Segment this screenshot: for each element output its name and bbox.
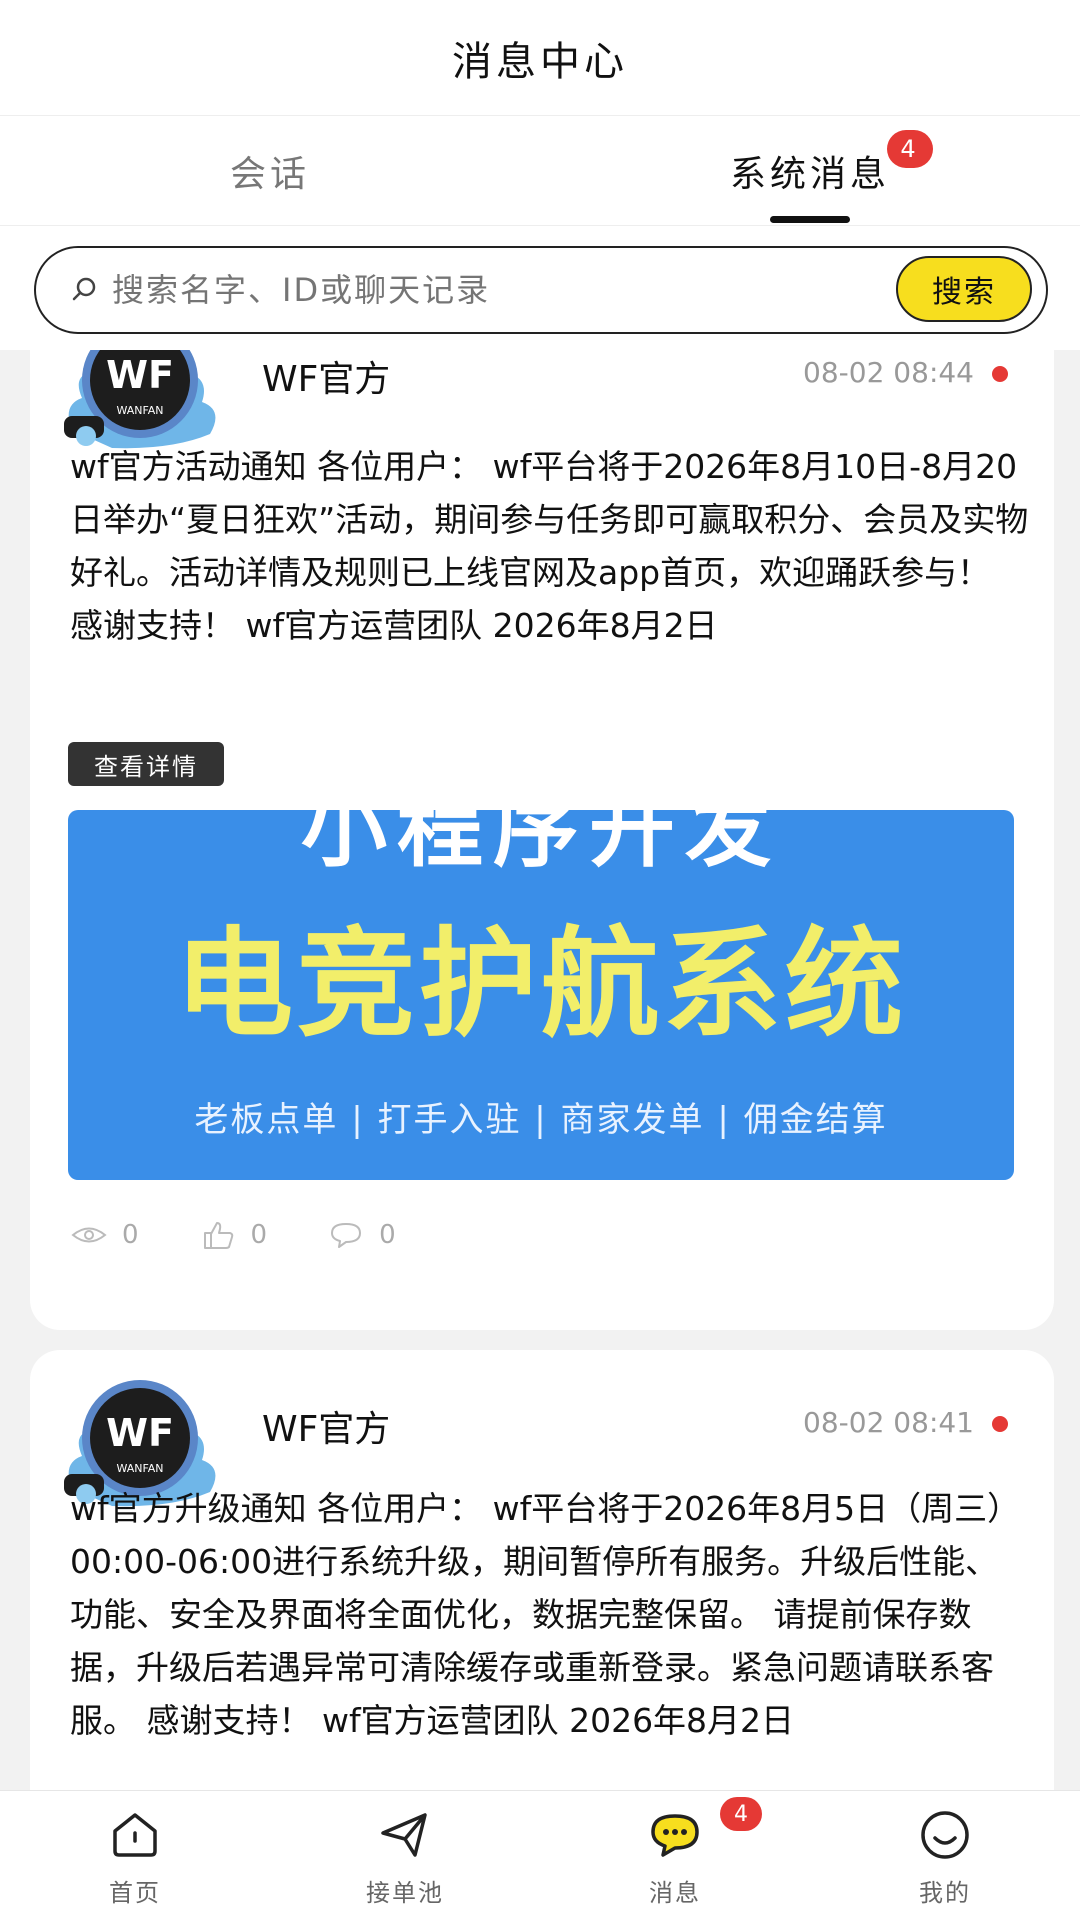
- search-bar: 搜索: [0, 226, 1080, 350]
- wf-avatar-icon: WF WANFAN: [64, 350, 216, 449]
- page-title: 消息中心: [452, 38, 628, 85]
- sender-name: WF官方: [262, 359, 391, 400]
- comment-icon: [331, 1223, 362, 1248]
- avatar-sub-text: WANFAN: [116, 1462, 163, 1475]
- comments-count: 0: [379, 1220, 396, 1250]
- smile-icon: [921, 1811, 969, 1859]
- sender-name: WF官方: [262, 1409, 391, 1450]
- search-button[interactable]: 搜索: [896, 256, 1032, 322]
- nav-home-label: 首页: [109, 1879, 161, 1907]
- nav-order-pool[interactable]: 接单池: [270, 1791, 540, 1920]
- message-card[interactable]: WF WANFAN WF官方 08-02 08:41 wf官方升级通知 各位用户…: [30, 1350, 1054, 1790]
- tab-conversations-label: 会话: [229, 153, 310, 195]
- view-details-button[interactable]: 查看详情: [68, 742, 224, 786]
- unread-dot: [992, 366, 1008, 382]
- bottom-nav: 首页 接单池 4 消息 我的: [0, 1790, 1080, 1920]
- unread-dot: [992, 1416, 1008, 1432]
- likes-stat[interactable]: 0: [199, 1220, 268, 1250]
- nav-order-pool-label: 接单池: [366, 1879, 444, 1907]
- promo-banner[interactable]: 小程序开发 电竞护航系统 老板点单 | 打手入驻 | 商家发单 | 佣金结算: [68, 810, 1014, 1180]
- banner-sub-text: 老板点单 | 打手入驻 | 商家发单 | 佣金结算: [194, 1100, 888, 1140]
- avatar-sub-text: WANFAN: [116, 404, 163, 417]
- search-input[interactable]: [112, 271, 852, 309]
- message-time: 08-02 08:41: [803, 1406, 974, 1439]
- nav-messages-label: 消息: [649, 1879, 701, 1907]
- nav-profile[interactable]: 我的: [810, 1791, 1080, 1920]
- banner-main-text: 电竞护航系统: [174, 915, 907, 1053]
- eye-icon: [71, 1227, 107, 1243]
- message-time: 08-02 08:44: [803, 356, 974, 389]
- search-box: 搜索: [34, 246, 1048, 334]
- nav-home[interactable]: 首页: [0, 1791, 270, 1920]
- message-list[interactable]: WF WANFAN WF官方 08-02 08:44 wf官方活动通知 各位用户…: [0, 350, 1080, 1790]
- message-body: wf官方升级通知 各位用户： wf平台将于2026年8月5日（周三）00:00-…: [70, 1489, 1021, 1740]
- tab-bar: 会话 系统消息 4: [0, 116, 1080, 226]
- thumbs-up-icon: [203, 1222, 233, 1249]
- avatar-text: WF: [106, 1411, 174, 1455]
- tab-system-messages[interactable]: 系统消息 4: [540, 116, 1080, 225]
- comments-stat[interactable]: 0: [327, 1220, 396, 1250]
- search-icon: [72, 277, 96, 301]
- tab-conversations[interactable]: 会话: [0, 116, 540, 225]
- top-header: 消息中心: [0, 0, 1080, 116]
- tab-system-messages-label: 系统消息: [729, 153, 890, 195]
- chat-icon: [651, 1814, 699, 1857]
- send-icon: [381, 1813, 427, 1857]
- views-count: 0: [122, 1220, 139, 1250]
- active-tab-indicator: [770, 216, 850, 223]
- banner-top-text: 小程序开发: [301, 810, 781, 879]
- likes-count: 0: [250, 1220, 268, 1250]
- unread-badge: 4: [887, 130, 933, 168]
- nav-profile-label: 我的: [919, 1879, 971, 1907]
- nav-messages[interactable]: 4 消息: [540, 1791, 810, 1920]
- views-stat: 0: [70, 1220, 139, 1250]
- nav-messages-badge: 4: [720, 1797, 762, 1831]
- home-icon: [113, 1813, 157, 1857]
- message-body: wf官方活动通知 各位用户： wf平台将于2026年8月10日-8月20日举办“…: [70, 447, 1029, 645]
- message-stats: 0 0 0: [70, 1220, 396, 1250]
- message-card[interactable]: WF WANFAN WF官方 08-02 08:44 wf官方活动通知 各位用户…: [30, 350, 1054, 1330]
- avatar-text: WF: [106, 353, 174, 397]
